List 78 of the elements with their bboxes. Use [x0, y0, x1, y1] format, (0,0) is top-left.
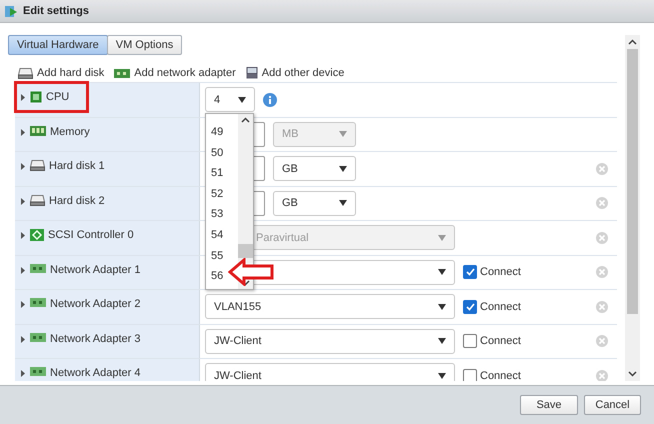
toolbar-button[interactable]: Add hard disk — [18, 67, 104, 79]
window-title: Edit settings — [23, 5, 90, 17]
scroll-up-icon — [241, 117, 250, 123]
tab[interactable]: VM Options — [106, 35, 182, 55]
unit-select[interactable]: GB — [273, 156, 356, 182]
hard-disk-icon — [30, 194, 45, 206]
expand-arrow-icon — [21, 266, 26, 274]
dropdown-option[interactable]: 51 — [206, 163, 224, 184]
tab[interactable]: Virtual Hardware — [8, 35, 108, 55]
caret-icon — [438, 234, 446, 241]
remove-icon — [596, 335, 608, 348]
caret-icon — [438, 269, 446, 276]
network-card-icon — [30, 264, 46, 272]
remove-icon — [596, 162, 608, 175]
expand-arrow-icon — [21, 370, 26, 377]
connect-checkbox[interactable]: Connect — [463, 300, 521, 314]
checkmark-icon — [466, 268, 474, 276]
cancel-button[interactable]: Cancel — [584, 395, 641, 415]
device-name[interactable]: Hard disk 1 — [49, 160, 105, 172]
caret-icon — [339, 131, 347, 138]
caret-icon — [238, 96, 246, 103]
remove-icon — [596, 370, 608, 381]
controller-icon — [30, 229, 44, 241]
expand-arrow-icon — [21, 301, 26, 308]
device-name[interactable]: Network Adapter 1 — [50, 264, 140, 276]
save-button[interactable]: Save — [520, 395, 578, 415]
expand-arrow-icon — [21, 198, 26, 204]
caret-icon — [438, 304, 446, 310]
expand-arrow-icon — [21, 163, 26, 170]
hard-disk-icon — [18, 68, 33, 78]
network-card-icon — [30, 332, 46, 342]
remove-icon — [596, 300, 608, 313]
expand-arrow-icon — [21, 336, 26, 342]
info-icon — [263, 92, 277, 107]
device-name[interactable]: Network Adapter 2 — [50, 298, 140, 310]
device-name[interactable]: Hard disk 2 — [49, 194, 105, 206]
device-name[interactable]: CPU — [46, 91, 70, 103]
chip-icon — [30, 91, 42, 103]
dropdown-option[interactable]: 56 — [206, 266, 224, 287]
unit-select[interactable]: GB — [273, 190, 356, 216]
scrollbar[interactable] — [625, 35, 640, 381]
toolbar-button[interactable]: Add network adapter — [114, 67, 236, 79]
settings-icon — [4, 4, 18, 18]
device-name[interactable]: Network Adapter 3 — [50, 332, 140, 344]
network-card-icon — [30, 367, 46, 376]
caret-icon — [339, 166, 347, 172]
network-select[interactable]: VLAN155 — [205, 294, 455, 320]
expand-arrow-icon — [21, 94, 26, 101]
caret-icon — [339, 200, 347, 206]
memory-module-icon — [30, 126, 46, 136]
toolbar-button[interactable]: Add other device — [246, 67, 344, 79]
scrollbar-thumb[interactable] — [238, 244, 253, 258]
device-icon — [246, 67, 258, 79]
checkmark-icon — [466, 302, 474, 311]
expand-arrow-icon — [21, 128, 26, 136]
cpu-count-select[interactable]: 4 — [205, 87, 255, 112]
remove-icon — [596, 197, 608, 210]
dropdown-option[interactable]: 52 — [206, 184, 224, 204]
connect-checkbox[interactable]: Connect — [463, 334, 521, 348]
expand-arrow-icon — [21, 232, 26, 239]
caret-icon — [438, 338, 446, 344]
dropdown-option[interactable]: 50 — [206, 142, 224, 164]
scroll-up-icon — [628, 39, 637, 45]
network-card-icon — [114, 68, 130, 78]
scroll-down-icon — [628, 371, 637, 377]
network-select[interactable]: JW-Client — [205, 363, 455, 381]
caret-icon — [438, 372, 446, 379]
dropdown-option[interactable]: 49 — [206, 122, 224, 143]
network-card-icon — [30, 298, 46, 307]
remove-icon — [596, 266, 608, 278]
dropdown-option[interactable]: 54 — [206, 224, 224, 246]
connect-checkbox[interactable]: Connect — [463, 265, 521, 280]
connect-checkbox[interactable]: Connect — [463, 368, 521, 381]
network-select[interactable]: JW-Client — [205, 328, 455, 354]
dropdown-option[interactable]: 53 — [206, 204, 224, 225]
remove-icon — [596, 232, 608, 244]
hard-disk-icon — [30, 160, 45, 171]
device-name[interactable]: Network Adapter 4 — [50, 367, 140, 379]
